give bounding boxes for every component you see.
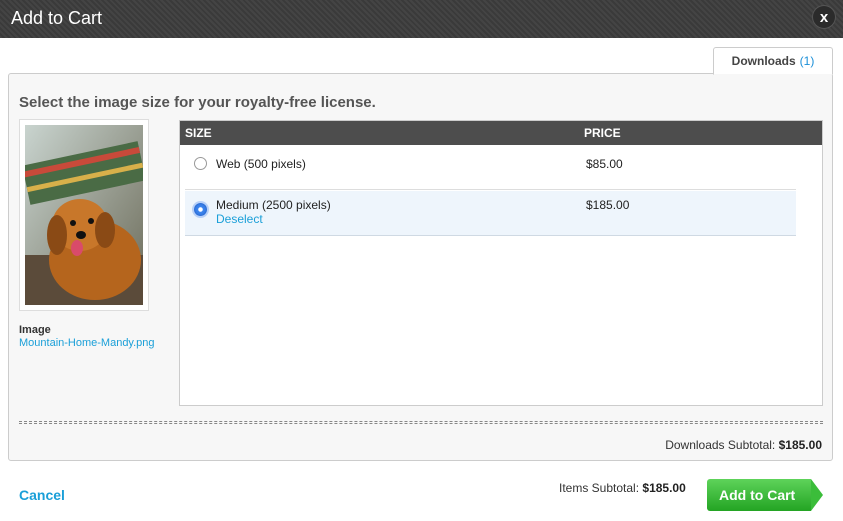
table-header: SIZE PRICE xyxy=(180,121,822,145)
image-label: Image xyxy=(19,324,51,336)
size-price-table: SIZE PRICE Web (500 pixels) $85.00 Mediu… xyxy=(179,120,823,406)
size-label: Web (500 pixels) xyxy=(216,157,306,171)
close-icon[interactable]: x xyxy=(813,6,835,28)
downloads-panel: Select the image size for your royalty-f… xyxy=(8,73,833,461)
size-price: $85.00 xyxy=(586,157,623,171)
table-row[interactable]: Web (500 pixels) $85.00 xyxy=(185,145,796,190)
subtotal-divider xyxy=(19,423,823,424)
price-column-header: PRICE xyxy=(584,126,621,140)
image-filename-link[interactable]: Mountain-Home-Mandy.png xyxy=(19,337,155,349)
tab-downloads-count: (1) xyxy=(799,54,815,68)
tab-downloads-label: Downloads xyxy=(731,54,796,68)
table-row-selected[interactable]: Medium (2500 pixels) Deselect $185.00 xyxy=(185,191,796,236)
dog-photo xyxy=(25,125,143,305)
tab-downloads[interactable]: Downloads (1) xyxy=(713,47,833,75)
items-subtotal: Items Subtotal: $185.00 xyxy=(559,481,686,495)
size-price: $185.00 xyxy=(586,198,630,212)
dialog-title: Add to Cart xyxy=(11,8,103,28)
add-to-cart-button[interactable]: Add to Cart xyxy=(707,479,811,511)
radio-medium-size[interactable] xyxy=(194,203,207,216)
items-subtotal-value: $185.00 xyxy=(642,481,686,495)
subtotal-divider xyxy=(19,421,823,422)
downloads-subtotal-value: $185.00 xyxy=(778,438,822,452)
items-subtotal-label: Items Subtotal: xyxy=(559,481,640,495)
dialog-titlebar: Add to Cart x xyxy=(0,0,843,38)
downloads-subtotal: Downloads Subtotal: $185.00 xyxy=(665,438,822,452)
deselect-link[interactable]: Deselect xyxy=(216,212,263,226)
size-label: Medium (2500 pixels) xyxy=(216,198,331,212)
image-thumbnail xyxy=(19,119,149,311)
add-to-cart-arrow-icon[interactable] xyxy=(811,479,823,511)
downloads-subtotal-label: Downloads Subtotal: xyxy=(665,438,776,452)
cancel-button[interactable]: Cancel xyxy=(19,487,65,503)
radio-web-size[interactable] xyxy=(194,157,207,170)
panel-instruction: Select the image size for your royalty-f… xyxy=(19,94,376,111)
size-column-header: SIZE xyxy=(185,126,212,140)
